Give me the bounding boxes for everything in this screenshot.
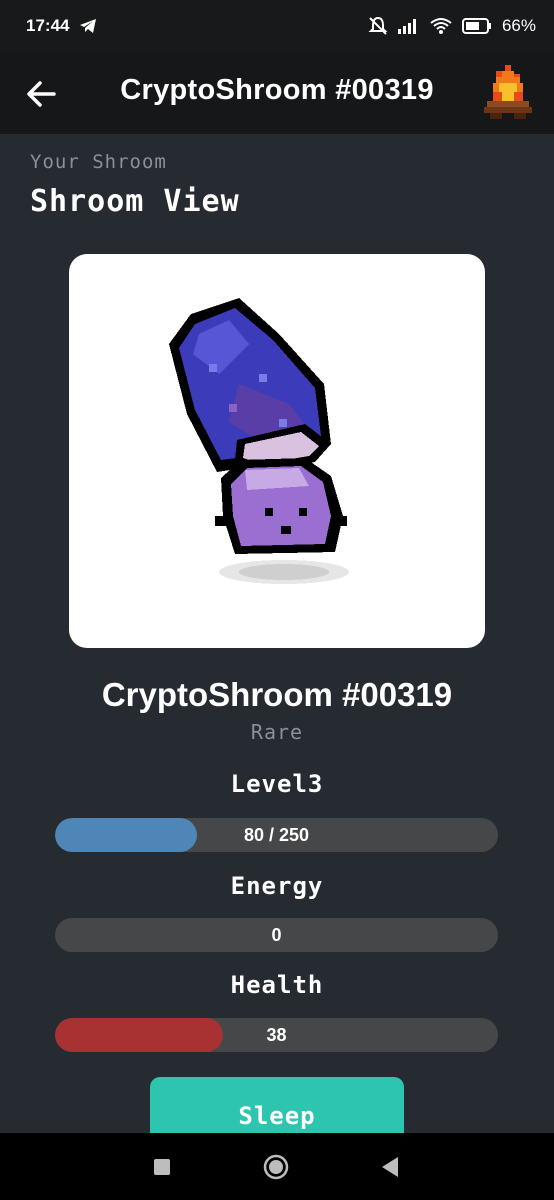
section-heading: Shroom View bbox=[30, 184, 240, 219]
recents-square-icon[interactable] bbox=[153, 1158, 171, 1176]
app-bar-title: CryptoShroom #00319 bbox=[120, 74, 434, 106]
level-progress-text: 80 / 250 bbox=[243, 825, 310, 845]
energy-label: Energy bbox=[230, 872, 324, 900]
status-bar: 17:44 66% bbox=[0, 0, 554, 52]
health-progress-bar: 38 bbox=[55, 1018, 498, 1052]
shroom-rarity: Rare bbox=[250, 720, 304, 744]
shroom-name: CryptoShroom #00319 bbox=[101, 676, 453, 713]
wifi-icon bbox=[430, 18, 452, 34]
energy-progress-text: 0 bbox=[271, 925, 282, 945]
health-progress-text: 38 bbox=[266, 1025, 287, 1045]
signal-icon bbox=[397, 19, 416, 34]
shroom-image-card bbox=[69, 254, 485, 648]
system-nav-bar bbox=[0, 1133, 554, 1200]
back-triangle-icon[interactable] bbox=[380, 1156, 400, 1178]
energy-progress-bar: 0 bbox=[55, 918, 498, 952]
shroom-pixel-art bbox=[169, 298, 349, 584]
battery-percent: 66% bbox=[501, 16, 536, 35]
app-bar: CryptoShroom #00319 bbox=[0, 52, 554, 134]
home-circle-icon[interactable] bbox=[262, 1153, 290, 1181]
mute-icon bbox=[368, 16, 388, 35]
level-label: Level3 bbox=[230, 770, 324, 798]
level-progress-bar: 80 / 250 bbox=[55, 818, 498, 852]
telegram-icon bbox=[80, 19, 97, 33]
section-subheading: Your Shroom bbox=[30, 151, 167, 173]
health-label: Health bbox=[230, 971, 324, 999]
status-time: 17:44 bbox=[26, 16, 70, 35]
campfire-icon[interactable] bbox=[484, 64, 532, 120]
battery-icon bbox=[461, 18, 491, 34]
